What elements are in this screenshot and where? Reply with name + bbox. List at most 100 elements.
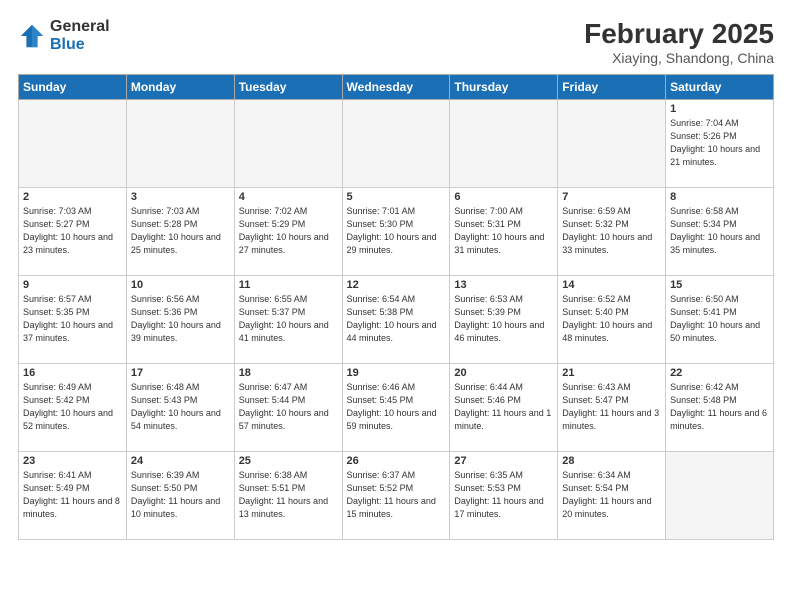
day-info: Sunrise: 7:03 AM Sunset: 5:28 PM Dayligh… — [131, 205, 230, 257]
day-number: 16 — [23, 367, 122, 379]
day-number: 25 — [239, 455, 338, 467]
day-info: Sunrise: 6:48 AM Sunset: 5:43 PM Dayligh… — [131, 381, 230, 433]
day-number: 22 — [670, 367, 769, 379]
day-number: 17 — [131, 367, 230, 379]
calendar-cell — [19, 100, 127, 188]
weekday-header: Friday — [558, 75, 666, 100]
calendar-cell: 11 Sunrise: 6:55 AM Sunset: 5:37 PM Dayli… — [234, 276, 342, 364]
day-number: 26 — [347, 455, 446, 467]
day-info: Sunrise: 6:41 AM Sunset: 5:49 PM Dayligh… — [23, 469, 122, 521]
calendar-cell: 28 Sunrise: 6:34 AM Sunset: 5:54 PM Dayli… — [558, 452, 666, 540]
calendar-cell — [666, 452, 774, 540]
calendar-cell: 1Sunrise: 7:04 AM Sunset: 5:26 PM Daylig… — [666, 100, 774, 188]
day-info: Sunrise: 6:44 AM Sunset: 5:46 PM Dayligh… — [454, 381, 553, 433]
calendar-cell: 17 Sunrise: 6:48 AM Sunset: 5:43 PM Dayli… — [126, 364, 234, 452]
calendar-cell: 24 Sunrise: 6:39 AM Sunset: 5:50 PM Dayli… — [126, 452, 234, 540]
day-number: 8 — [670, 191, 769, 203]
day-number: 27 — [454, 455, 553, 467]
calendar-cell — [450, 100, 558, 188]
day-info: Sunrise: 6:52 AM Sunset: 5:40 PM Dayligh… — [562, 293, 661, 345]
calendar-cell: 8 Sunrise: 6:58 AM Sunset: 5:34 PM Daylig… — [666, 188, 774, 276]
day-info: Sunrise: 6:46 AM Sunset: 5:45 PM Dayligh… — [347, 381, 446, 433]
calendar-cell: 2 Sunrise: 7:03 AM Sunset: 5:27 PM Daylig… — [19, 188, 127, 276]
day-number: 9 — [23, 279, 122, 291]
day-info: Sunrise: 6:42 AM Sunset: 5:48 PM Dayligh… — [670, 381, 769, 433]
day-number: 13 — [454, 279, 553, 291]
calendar-cell: 6Sunrise: 7:00 AM Sunset: 5:31 PM Daylig… — [450, 188, 558, 276]
calendar-cell: 16 Sunrise: 6:49 AM Sunset: 5:42 PM Dayli… — [19, 364, 127, 452]
day-info: Sunrise: 7:01 AM Sunset: 5:30 PM Dayligh… — [347, 205, 446, 257]
calendar-week-row: 23 Sunrise: 6:41 AM Sunset: 5:49 PM Dayli… — [19, 452, 774, 540]
day-number: 12 — [347, 279, 446, 291]
weekday-header: Thursday — [450, 75, 558, 100]
title-block: February 2025 Xiaying, Shandong, China — [584, 18, 774, 66]
day-number: 11 — [239, 279, 338, 291]
logo-icon — [18, 22, 46, 50]
calendar-cell: 14 Sunrise: 6:52 AM Sunset: 5:40 PM Dayli… — [558, 276, 666, 364]
day-info: Sunrise: 6:53 AM Sunset: 5:39 PM Dayligh… — [454, 293, 553, 345]
day-info: Sunrise: 6:54 AM Sunset: 5:38 PM Dayligh… — [347, 293, 446, 345]
calendar-header-row: SundayMondayTuesdayWednesdayThursdayFrid… — [19, 75, 774, 100]
calendar-cell: 12 Sunrise: 6:54 AM Sunset: 5:38 PM Dayli… — [342, 276, 450, 364]
day-info: Sunrise: 7:02 AM Sunset: 5:29 PM Dayligh… — [239, 205, 338, 257]
day-number: 1 — [670, 103, 769, 115]
calendar-cell: 4 Sunrise: 7:02 AM Sunset: 5:29 PM Daylig… — [234, 188, 342, 276]
calendar-cell — [342, 100, 450, 188]
logo-general: General — [50, 18, 110, 36]
day-number: 20 — [454, 367, 553, 379]
day-info: Sunrise: 6:55 AM Sunset: 5:37 PM Dayligh… — [239, 293, 338, 345]
day-info: Sunrise: 6:59 AM Sunset: 5:32 PM Dayligh… — [562, 205, 661, 257]
day-info: Sunrise: 6:50 AM Sunset: 5:41 PM Dayligh… — [670, 293, 769, 345]
day-info: Sunrise: 6:39 AM Sunset: 5:50 PM Dayligh… — [131, 469, 230, 521]
calendar-week-row: 16 Sunrise: 6:49 AM Sunset: 5:42 PM Dayli… — [19, 364, 774, 452]
day-number: 10 — [131, 279, 230, 291]
calendar-cell: 20 Sunrise: 6:44 AM Sunset: 5:46 PM Dayli… — [450, 364, 558, 452]
day-info: Sunrise: 6:34 AM Sunset: 5:54 PM Dayligh… — [562, 469, 661, 521]
calendar-cell: 23 Sunrise: 6:41 AM Sunset: 5:49 PM Dayli… — [19, 452, 127, 540]
weekday-header: Sunday — [19, 75, 127, 100]
day-info: Sunrise: 6:49 AM Sunset: 5:42 PM Dayligh… — [23, 381, 122, 433]
page: General Blue February 2025 Xiaying, Shan… — [0, 0, 792, 612]
logo-text: General Blue — [50, 18, 110, 53]
calendar-week-row: 1Sunrise: 7:04 AM Sunset: 5:26 PM Daylig… — [19, 100, 774, 188]
day-number: 24 — [131, 455, 230, 467]
day-number: 14 — [562, 279, 661, 291]
calendar-week-row: 2 Sunrise: 7:03 AM Sunset: 5:27 PM Daylig… — [19, 188, 774, 276]
day-info: Sunrise: 6:35 AM Sunset: 5:53 PM Dayligh… — [454, 469, 553, 521]
calendar-cell — [234, 100, 342, 188]
day-number: 2 — [23, 191, 122, 203]
day-info: Sunrise: 6:58 AM Sunset: 5:34 PM Dayligh… — [670, 205, 769, 257]
day-info: Sunrise: 6:37 AM Sunset: 5:52 PM Dayligh… — [347, 469, 446, 521]
day-info: Sunrise: 7:00 AM Sunset: 5:31 PM Dayligh… — [454, 205, 553, 257]
calendar-cell: 13 Sunrise: 6:53 AM Sunset: 5:39 PM Dayli… — [450, 276, 558, 364]
day-info: Sunrise: 6:43 AM Sunset: 5:47 PM Dayligh… — [562, 381, 661, 433]
day-number: 15 — [670, 279, 769, 291]
day-number: 7 — [562, 191, 661, 203]
day-info: Sunrise: 6:57 AM Sunset: 5:35 PM Dayligh… — [23, 293, 122, 345]
weekday-header: Monday — [126, 75, 234, 100]
day-info: Sunrise: 7:03 AM Sunset: 5:27 PM Dayligh… — [23, 205, 122, 257]
day-number: 21 — [562, 367, 661, 379]
calendar-cell: 25 Sunrise: 6:38 AM Sunset: 5:51 PM Dayli… — [234, 452, 342, 540]
calendar-cell: 21 Sunrise: 6:43 AM Sunset: 5:47 PM Dayli… — [558, 364, 666, 452]
calendar-week-row: 9 Sunrise: 6:57 AM Sunset: 5:35 PM Daylig… — [19, 276, 774, 364]
day-number: 23 — [23, 455, 122, 467]
weekday-header: Saturday — [666, 75, 774, 100]
weekday-header: Tuesday — [234, 75, 342, 100]
calendar-cell: 27 Sunrise: 6:35 AM Sunset: 5:53 PM Dayli… — [450, 452, 558, 540]
calendar-cell: 10 Sunrise: 6:56 AM Sunset: 5:36 PM Dayli… — [126, 276, 234, 364]
day-number: 19 — [347, 367, 446, 379]
day-number: 5 — [347, 191, 446, 203]
logo: General Blue — [18, 18, 110, 53]
calendar-cell: 3 Sunrise: 7:03 AM Sunset: 5:28 PM Daylig… — [126, 188, 234, 276]
day-number: 3 — [131, 191, 230, 203]
calendar-cell: 7 Sunrise: 6:59 AM Sunset: 5:32 PM Daylig… — [558, 188, 666, 276]
day-info: Sunrise: 6:47 AM Sunset: 5:44 PM Dayligh… — [239, 381, 338, 433]
day-number: 28 — [562, 455, 661, 467]
calendar-cell: 26 Sunrise: 6:37 AM Sunset: 5:52 PM Dayli… — [342, 452, 450, 540]
calendar-cell — [126, 100, 234, 188]
day-info: Sunrise: 6:56 AM Sunset: 5:36 PM Dayligh… — [131, 293, 230, 345]
day-info: Sunrise: 6:38 AM Sunset: 5:51 PM Dayligh… — [239, 469, 338, 521]
day-number: 4 — [239, 191, 338, 203]
calendar-cell: 5 Sunrise: 7:01 AM Sunset: 5:30 PM Daylig… — [342, 188, 450, 276]
